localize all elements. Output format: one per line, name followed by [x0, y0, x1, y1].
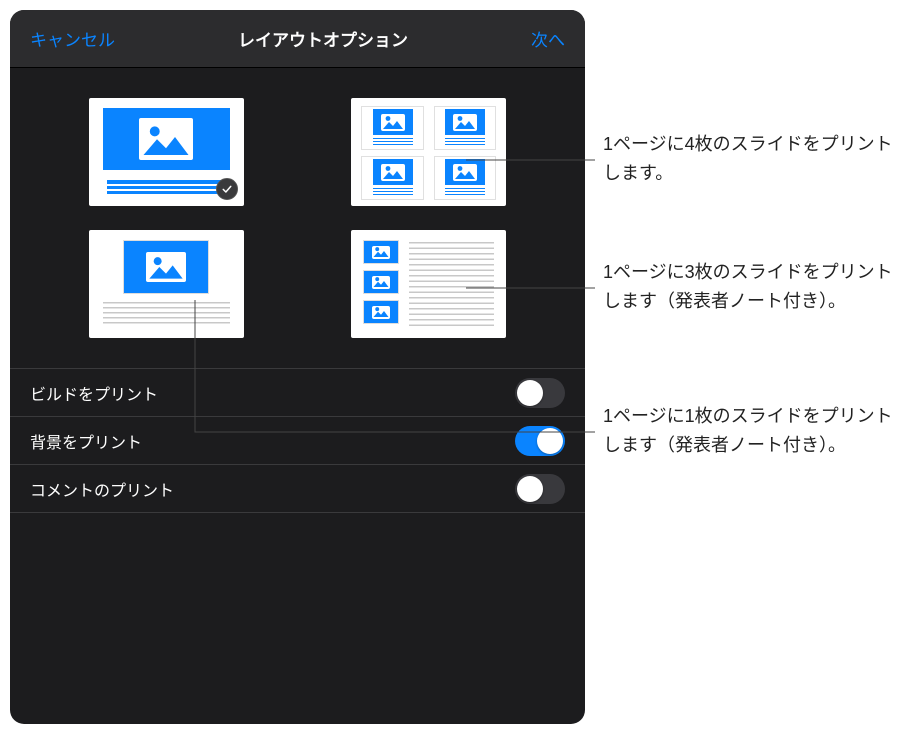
toggle-print-builds[interactable]	[515, 378, 565, 408]
setting-print-builds: ビルドをプリント	[10, 369, 585, 417]
layout-options-panel: キャンセル レイアウトオプション 次へ	[10, 10, 585, 724]
toggle-print-background[interactable]	[515, 426, 565, 456]
layout-option-four-slides[interactable]	[351, 98, 506, 206]
setting-print-background: 背景をプリント	[10, 417, 585, 465]
settings-list: ビルドをプリント 背景をプリント コメントのプリント	[10, 368, 585, 513]
layout-grid	[10, 68, 585, 358]
layout-option-three-slides-notes[interactable]	[351, 230, 506, 338]
cancel-button[interactable]: キャンセル	[30, 26, 115, 51]
setting-label: コメントのプリント	[30, 477, 174, 501]
toggle-print-comments[interactable]	[515, 474, 565, 504]
layout-option-single-slide[interactable]	[89, 98, 244, 206]
panel-header: キャンセル レイアウトオプション 次へ	[10, 10, 585, 68]
panel-title: レイアウトオプション	[238, 26, 408, 51]
layout-option-one-slide-notes[interactable]	[89, 230, 244, 338]
callout-three-slides: 1ページに3枚のスライドをプリントします（発表者ノート付き）。	[603, 258, 903, 316]
setting-label: ビルドをプリント	[30, 381, 158, 405]
callout-one-slide: 1ページに1枚のスライドをプリントします（発表者ノート付き）。	[603, 402, 903, 460]
next-button[interactable]: 次へ	[531, 26, 565, 51]
checkmark-icon	[216, 178, 238, 200]
callout-four-slides: 1ページに4枚のスライドをプリントします。	[603, 130, 903, 188]
setting-label: 背景をプリント	[30, 429, 142, 453]
setting-print-comments: コメントのプリント	[10, 465, 585, 513]
